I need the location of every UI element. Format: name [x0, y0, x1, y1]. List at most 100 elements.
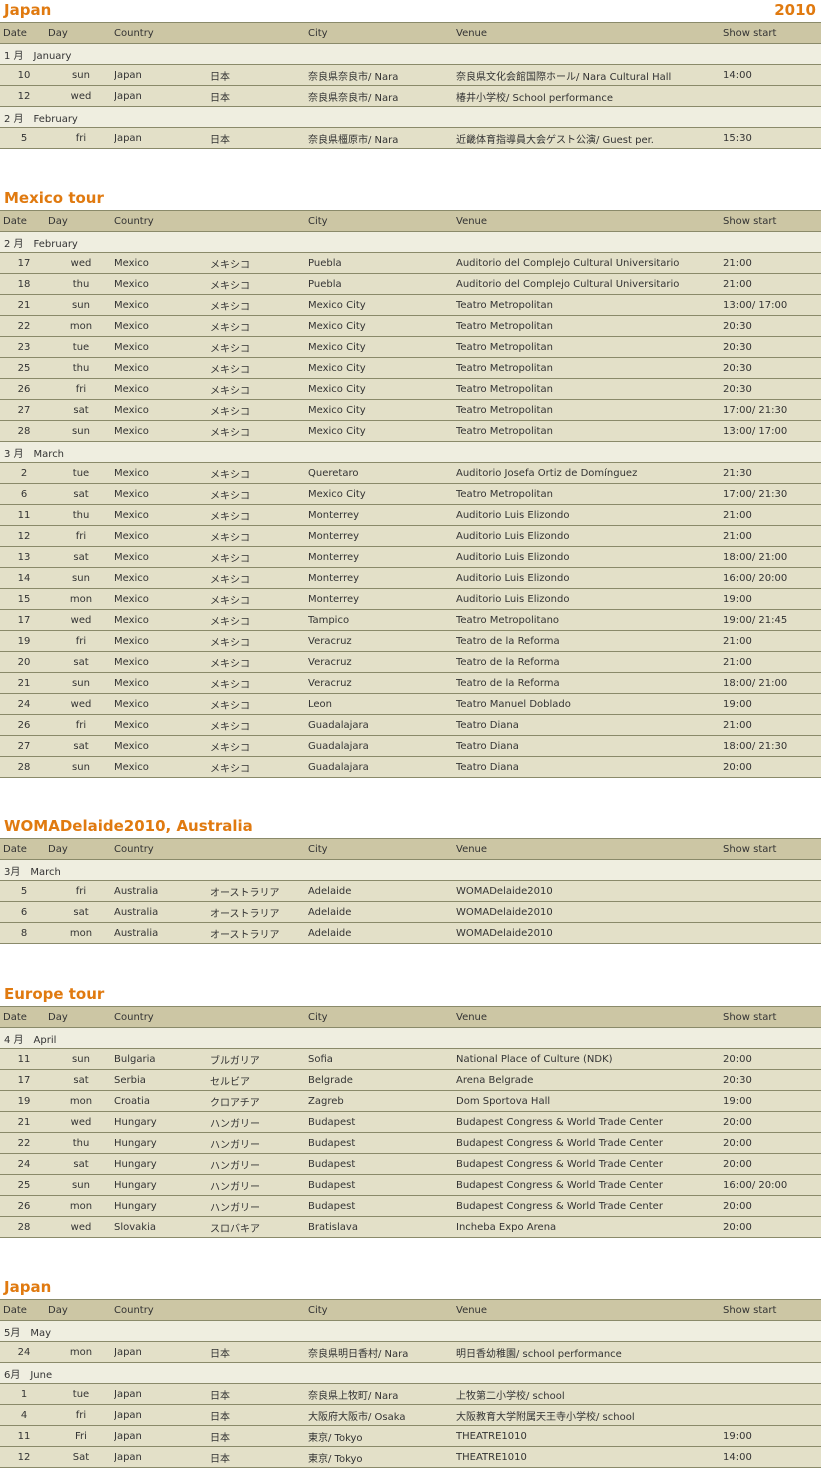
section-header: Mexico tour: [0, 188, 821, 210]
show-start-cell: 21:00: [723, 504, 821, 526]
city-cell: Monterrey: [308, 567, 456, 589]
table-header-row: Date Day Country City Venue Show start: [0, 22, 821, 44]
month-row: 4 月 April: [0, 1027, 821, 1049]
table-row: 28 sun Mexico メキシコ Mexico City Teatro Metropo…: [0, 420, 821, 442]
country-jp-cell: メキシコ: [210, 693, 308, 715]
day-cell: sat: [48, 1069, 114, 1091]
table-row: 5 fri Japan 日本 奈良県橿原市/ Nara 近畿体育指導員大会ゲスト公演/ G…: [0, 127, 821, 149]
schedule-table: Date Day Country City Venue Show start 2 月 Feb…: [0, 210, 821, 778]
venue-cell: Teatro Diana: [456, 756, 723, 778]
header-country: Country: [114, 838, 210, 860]
schedule-section: WOMADelaide2010, Australia Date Day Country…: [0, 816, 821, 944]
date-cell: 26: [0, 378, 48, 400]
table-row: 26 fri Mexico メキシコ Mexico City Teatro Metropo…: [0, 378, 821, 400]
show-start-cell: 20:00: [723, 1048, 821, 1070]
show-start-cell: 14:00: [723, 64, 821, 86]
country-jp-cell: オーストラリア: [210, 901, 308, 923]
table-row: 6 sat Australia オーストラリア Adelaide WOMADelaide2…: [0, 901, 821, 923]
country-cell: Mexico: [114, 714, 210, 736]
table-row: 17 wed Mexico メキシコ Tampico Teatro Metropolita…: [0, 609, 821, 631]
show-start-cell: 21:30: [723, 462, 821, 484]
venue-cell: Budapest Congress & World Trade Center: [456, 1111, 723, 1133]
venue-cell: Auditorio Luis Elizondo: [456, 504, 723, 526]
section-title: WOMADelaide2010, Australia: [4, 817, 253, 835]
day-cell: fri: [48, 880, 114, 902]
country-jp-cell: メキシコ: [210, 252, 308, 274]
date-cell: 19: [0, 630, 48, 652]
country-jp-cell: メキシコ: [210, 420, 308, 442]
header-show-start: Show start: [723, 22, 821, 44]
day-cell: sun: [48, 420, 114, 442]
country-cell: Mexico: [114, 273, 210, 295]
table-row: 25 thu Mexico メキシコ Mexico City Teatro Metropo…: [0, 357, 821, 379]
country-jp-cell: ハンガリー: [210, 1132, 308, 1154]
header-day: Day: [48, 22, 114, 44]
date-cell: 25: [0, 1174, 48, 1196]
table-row: 22 mon Mexico メキシコ Mexico City Teatro Metropo…: [0, 315, 821, 337]
country-jp-cell: 日本: [210, 64, 308, 86]
show-start-cell: 19:00: [723, 588, 821, 610]
venue-cell: Auditorio del Complejo Cultural Universi…: [456, 252, 723, 274]
country-cell: Australia: [114, 880, 210, 902]
country-jp-cell: 日本: [210, 1404, 308, 1426]
day-cell: thu: [48, 1132, 114, 1154]
venue-cell: Dom Sportova Hall: [456, 1090, 723, 1112]
show-start-cell: 21:00: [723, 273, 821, 295]
show-start-cell: 13:00/ 17:00: [723, 420, 821, 442]
section-title: Europe tour: [4, 985, 105, 1003]
schedule-section: Japan 2010 Date Day Country City Venue Show sta…: [0, 0, 821, 149]
show-start-cell: 20:00: [723, 1111, 821, 1133]
country-cell: Mexico: [114, 252, 210, 274]
header-date: Date: [0, 838, 48, 860]
header-show-start: Show start: [723, 210, 821, 232]
city-cell: Mexico City: [308, 294, 456, 316]
country-jp-cell: オーストラリア: [210, 922, 308, 944]
month-row: 5月 May: [0, 1320, 821, 1342]
country-cell: Croatia: [114, 1090, 210, 1112]
country-jp-cell: メキシコ: [210, 630, 308, 652]
day-cell: thu: [48, 273, 114, 295]
country-jp-cell: メキシコ: [210, 672, 308, 694]
table-row: 18 thu Mexico メキシコ Puebla Auditorio del Compl…: [0, 273, 821, 295]
table-row: 26 mon Hungary ハンガリー Budapest Budapest Congre…: [0, 1195, 821, 1217]
city-cell: Mexico City: [308, 315, 456, 337]
table-row: 24 mon Japan 日本 奈良県明日香村/ Nara 明日香幼稚園/ school …: [0, 1341, 821, 1363]
city-cell: 東京/ Tokyo: [308, 1446, 456, 1468]
month-label: 2 月 February: [0, 106, 821, 128]
table-row: 11 thu Mexico メキシコ Monterrey Auditorio Luis E…: [0, 504, 821, 526]
venue-cell: Teatro Metropolitan: [456, 315, 723, 337]
table-row: 21 sun Mexico メキシコ Veracruz Teatro de la Refo…: [0, 672, 821, 694]
city-cell: Budapest: [308, 1111, 456, 1133]
date-cell: 6: [0, 483, 48, 505]
venue-cell: Teatro Metropolitan: [456, 420, 723, 442]
city-cell: Monterrey: [308, 588, 456, 610]
date-cell: 10: [0, 64, 48, 86]
city-cell: Monterrey: [308, 546, 456, 568]
header-day: Day: [48, 210, 114, 232]
city-cell: Budapest: [308, 1195, 456, 1217]
country-jp-cell: クロアチア: [210, 1090, 308, 1112]
country-cell: Mexico: [114, 294, 210, 316]
day-cell: wed: [48, 609, 114, 631]
table-row: 19 mon Croatia クロアチア Zagreb Dom Sportova Hall…: [0, 1090, 821, 1112]
month-row: 3月 March: [0, 859, 821, 881]
city-cell: Mexico City: [308, 357, 456, 379]
venue-cell: Auditorio Luis Elizondo: [456, 525, 723, 547]
header-city: City: [308, 22, 456, 44]
section-title: Japan: [4, 1, 52, 19]
city-cell: 奈良県明日香村/ Nara: [308, 1341, 456, 1363]
show-start-cell: 17:00/ 21:30: [723, 399, 821, 421]
show-start-cell: 13:00/ 17:00: [723, 294, 821, 316]
country-jp-cell: メキシコ: [210, 336, 308, 358]
header-blank: [210, 838, 308, 860]
country-cell: Mexico: [114, 315, 210, 337]
country-cell: Serbia: [114, 1069, 210, 1091]
country-cell: Japan: [114, 1404, 210, 1426]
day-cell: sun: [48, 756, 114, 778]
date-cell: 8: [0, 922, 48, 944]
country-jp-cell: メキシコ: [210, 756, 308, 778]
month-label: 6月 June: [0, 1362, 821, 1384]
section-header: Japan 2010: [0, 0, 821, 22]
table-row: 22 thu Hungary ハンガリー Budapest Budapest Congre…: [0, 1132, 821, 1154]
city-cell: Bratislava: [308, 1216, 456, 1238]
